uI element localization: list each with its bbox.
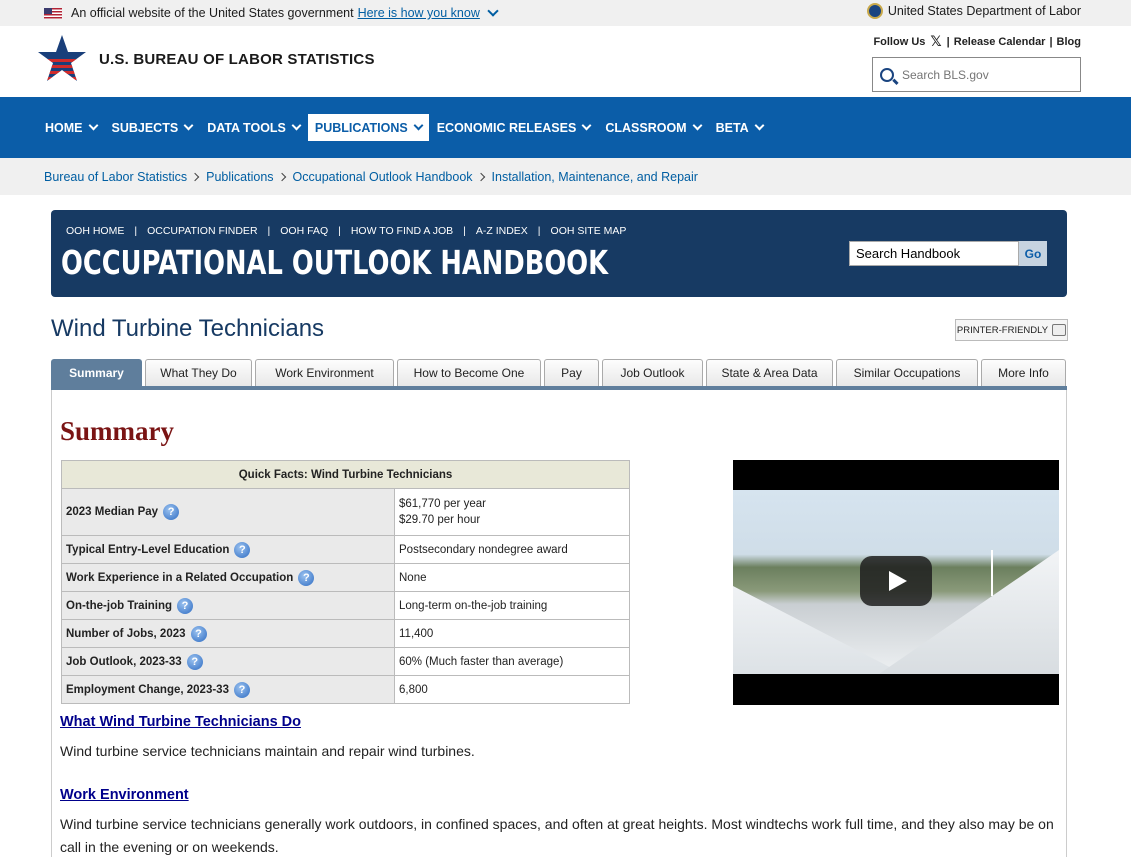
help-icon[interactable]: ? [234,541,251,558]
table-row: Work Experience in a Related Occupation?… [61,563,630,592]
tab-how-to-become-one[interactable]: How to Become One [397,359,541,386]
help-icon[interactable]: ? [177,597,194,614]
dol-link[interactable]: United States Department of Labor [866,3,1081,19]
nav-classroom[interactable]: CLASSROOM [598,114,707,141]
search-icon[interactable] [880,67,894,82]
follow-us-label: Follow Us [873,35,926,48]
what-they-do-link[interactable]: What Wind Turbine Technicians Do [60,714,301,730]
chevron-right-icon [476,172,485,181]
tab-what-they-do[interactable]: What They Do [145,359,252,386]
work-environment-link[interactable]: Work Environment [60,787,189,803]
tab-more-info[interactable]: More Info [981,359,1066,386]
main-nav: HOME SUBJECTS DATA TOOLS PUBLICATIONS EC… [0,97,1131,158]
page-title: Wind Turbine Technicians [51,315,325,342]
tab-work-environment[interactable]: Work Environment [255,359,394,386]
blog-link[interactable]: Blog [1057,36,1081,48]
occupation-finder-link[interactable]: OCCUPATION FINDER [145,225,259,237]
summary-heading: Summary [60,416,174,446]
gov-banner-text: An official website of the United States… [71,6,354,20]
ooh-site-map-link[interactable]: OOH SITE MAP [549,225,629,237]
tab-state-area-data[interactable]: State & Area Data [706,359,833,386]
table-row: Number of Jobs, 2023? 11,400 [61,619,630,648]
tab-job-outlook[interactable]: Job Outlook [602,359,703,386]
chevron-down-icon [692,120,703,131]
ooh-links: OOH HOME | OCCUPATION FINDER | OOH FAQ | HO… [64,225,629,237]
video-player[interactable] [733,460,1059,705]
chevron-down-icon [413,120,424,131]
go-button[interactable]: Go [1019,241,1047,266]
table-row: On-the-job Training? Long-term on-the-jo… [61,591,630,620]
breadcrumb-bls[interactable]: Bureau of Labor Statistics [44,170,187,184]
ooh-title[interactable]: OCCUPATIONAL OUTLOOK HANDBOOK [61,243,608,282]
dol-label: United States Department of Labor [887,4,1081,18]
nav-publications[interactable]: PUBLICATIONS [307,114,429,141]
work-environment-text: Wind turbine service technicians general… [60,816,1054,855]
release-calendar-link[interactable]: Release Calendar [954,36,1046,48]
site-logo-text[interactable]: U.S. BUREAU OF LABOR STATISTICS [99,51,375,68]
az-index-link[interactable]: A-Z INDEX [474,225,530,237]
printer-icon [1052,324,1067,336]
chevron-right-icon [190,172,200,181]
site-header: U.S. BUREAU OF LABOR STATISTICS Follow U… [0,26,1131,97]
handbook-search: Go [849,241,1047,266]
help-icon[interactable]: ? [298,569,315,586]
site-search-input[interactable] [902,67,1062,82]
table-row: Employment Change, 2023-33? 6,800 [61,675,630,704]
play-icon[interactable] [860,556,932,606]
chevron-right-icon [277,172,286,181]
breadcrumb-installation[interactable]: Installation, Maintenance, and Repair [492,170,698,184]
how-you-know-link[interactable]: Here is how you know [358,6,480,20]
handbook-search-input[interactable] [849,241,1019,266]
quick-facts-title: Quick Facts: Wind Turbine Technicians [61,460,630,489]
wind-turbine-image [991,550,993,596]
nav-economic-releases[interactable]: ECONOMIC RELEASES [430,114,598,141]
printer-friendly-label: PRINTER-FRIENDLY [956,324,1049,336]
quick-facts-table: Quick Facts: Wind Turbine Technicians 20… [61,460,630,704]
what-they-do-text: Wind turbine service technicians maintai… [60,743,475,759]
tab-summary[interactable]: Summary [51,359,142,386]
chevron-down-icon [88,120,98,131]
site-search [872,57,1081,92]
bls-star-logo-icon[interactable] [36,33,88,85]
chevron-down-icon [183,120,194,131]
breadcrumb: Bureau of Labor Statistics Publications … [0,158,1131,195]
ooh-banner: OOH HOME | OCCUPATION FINDER | OOH FAQ | HO… [51,210,1067,297]
nav-data-tools[interactable]: DATA TOOLS [200,114,307,141]
summary-content: Summary Quick Facts: Wind Turbine Techni… [51,390,1067,857]
x-social-icon[interactable]: 𝕏 [930,33,941,50]
occupation-tabs: Summary What They Do Work Environment Ho… [51,359,1067,390]
chevron-down-icon[interactable] [487,4,499,17]
header-links: Follow Us 𝕏 | Release Calendar | Blog [873,33,1081,50]
find-job-link[interactable]: HOW TO FIND A JOB [349,225,455,237]
breadcrumb-publications[interactable]: Publications [206,170,273,184]
ooh-faq-link[interactable]: OOH FAQ [278,225,330,237]
gov-banner: An official website of the United States… [0,0,1131,26]
breadcrumb-ooh[interactable]: Occupational Outlook Handbook [293,170,473,184]
chevron-down-icon [291,120,302,131]
chevron-down-icon [754,120,765,131]
help-icon[interactable]: ? [233,681,250,698]
help-icon[interactable]: ? [190,625,207,642]
nav-home[interactable]: HOME [38,114,104,141]
table-row: Typical Entry-Level Education? Postsecon… [61,535,630,564]
nav-subjects[interactable]: SUBJECTS [105,114,200,141]
nav-beta[interactable]: BETA [709,114,770,141]
ooh-home-link[interactable]: OOH HOME [64,225,126,237]
table-row: Job Outlook, 2023-33? 60% (Much faster t… [61,647,630,676]
help-icon[interactable]: ? [163,504,180,520]
printer-friendly-button[interactable]: PRINTER-FRIENDLY [955,319,1068,341]
table-row: 2023 Median Pay? $61,770 per year $29.70 … [61,488,630,536]
tab-pay[interactable]: Pay [544,359,599,386]
chevron-down-icon [581,120,592,131]
dol-seal-icon [866,3,883,19]
help-icon[interactable]: ? [186,653,203,670]
tab-similar-occupations[interactable]: Similar Occupations [836,359,978,386]
us-flag-icon [44,7,62,19]
